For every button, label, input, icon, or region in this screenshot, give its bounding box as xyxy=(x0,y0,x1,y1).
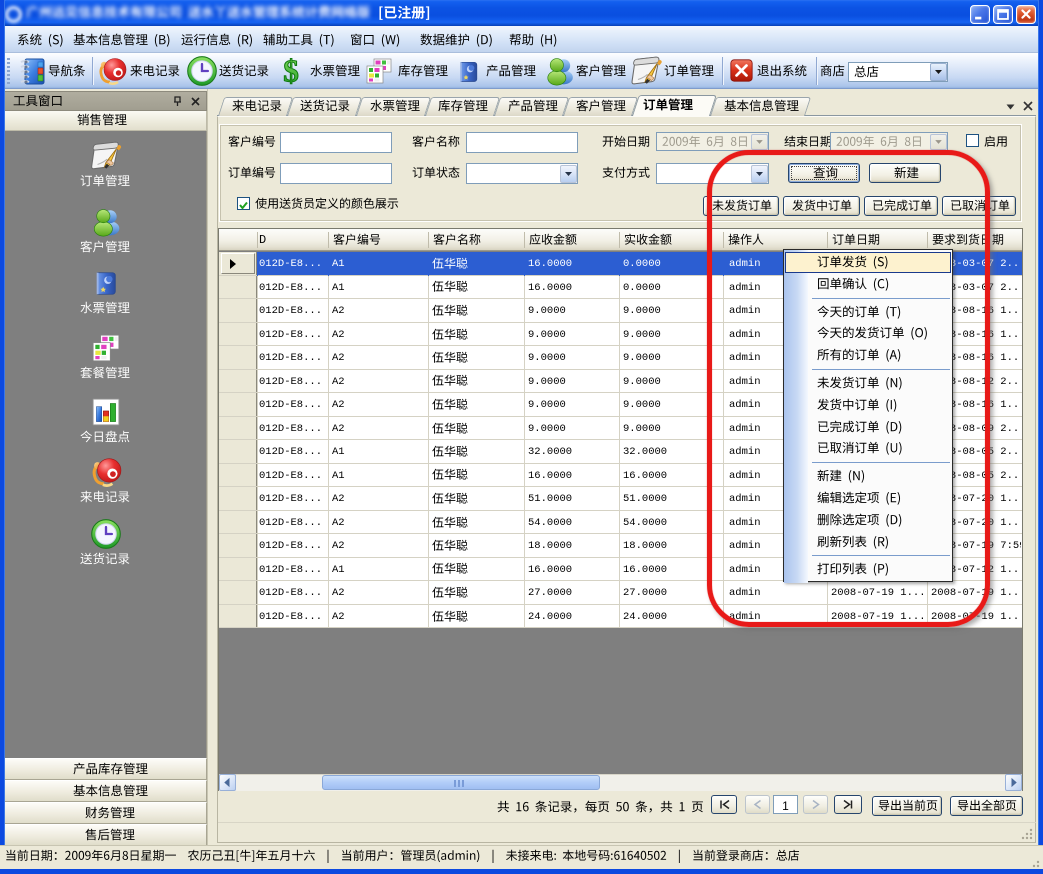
svg-text:$: $ xyxy=(283,55,299,87)
